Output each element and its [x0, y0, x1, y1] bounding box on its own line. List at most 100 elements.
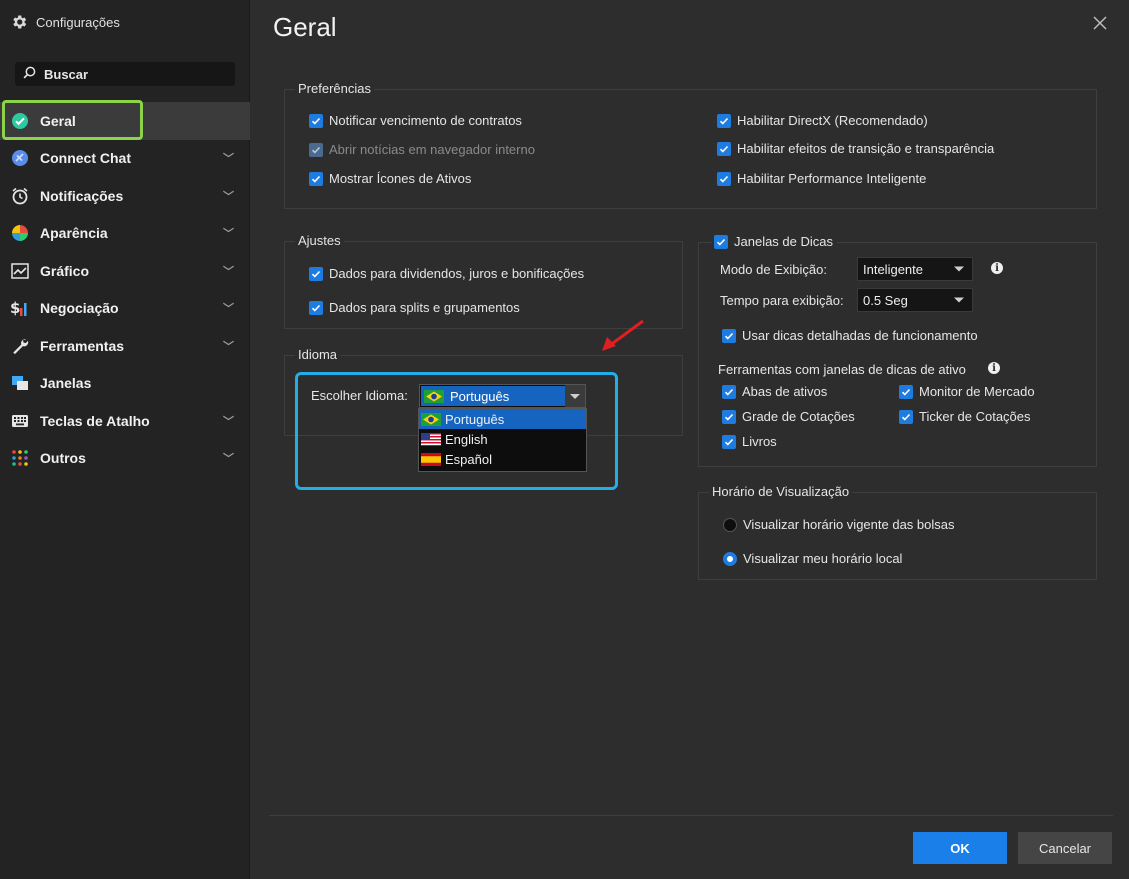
- chevron-down-icon[interactable]: ﹀: [223, 150, 234, 166]
- modo-exibicao-label: Modo de Exibição:: [720, 262, 827, 277]
- chevron-down-icon[interactable]: [565, 385, 585, 407]
- checkbox-habilitar-performance[interactable]: Habilitar Performance Inteligente: [717, 171, 926, 186]
- checkbox-checked-icon[interactable]: [309, 113, 323, 128]
- chevron-down-icon[interactable]: ﹀: [223, 225, 234, 241]
- usa-flag-icon: [421, 432, 441, 446]
- checkbox-abas-de-ativos[interactable]: Abas de ativos: [722, 384, 827, 399]
- ok-button[interactable]: OK: [913, 832, 1007, 864]
- checkbox-checked-icon[interactable]: [717, 141, 731, 156]
- checkbox-ticker-de-cotacoes[interactable]: Ticker de Cotações: [899, 409, 1031, 424]
- checkbox-habilitar-efeitos[interactable]: Habilitar efeitos de transição e transpa…: [717, 141, 994, 156]
- checkbox-checked-icon[interactable]: [722, 384, 736, 399]
- checkbox-checked-icon[interactable]: [309, 266, 323, 281]
- chevron-down-icon: [954, 297, 964, 303]
- checkbox-abrir-noticias: Abrir notícias em navegador interno: [309, 142, 535, 157]
- sidebar-item-label: Geral: [40, 112, 76, 129]
- modo-exibicao-select[interactable]: Inteligente: [857, 257, 973, 281]
- radio-horario-local[interactable]: Visualizar meu horário local: [723, 551, 902, 566]
- checkbox-checked-icon[interactable]: [309, 300, 323, 315]
- checkbox-checked-icon[interactable]: [717, 113, 731, 128]
- alarm-clock-icon: [10, 186, 30, 206]
- sidebar: Configurações Buscar Geral Connect Chat …: [0, 0, 250, 879]
- modo-exibicao-value: Inteligente: [863, 261, 923, 277]
- sidebar-item-grafico[interactable]: Gráfico ﹀: [0, 252, 250, 290]
- preferencias-legend: Preferências: [295, 81, 374, 96]
- sidebar-item-geral[interactable]: Geral: [0, 102, 250, 140]
- horario-legend: Horário de Visualização: [709, 484, 853, 499]
- checkbox-checked-icon[interactable]: [722, 434, 736, 449]
- checkbox-dados-splits[interactable]: Dados para splits e grupamentos: [309, 300, 520, 315]
- checkbox-monitor-de-mercado[interactable]: Monitor de Mercado: [899, 384, 1035, 399]
- checkbox-label: Notificar vencimento de contratos: [329, 113, 522, 128]
- sidebar-item-ferramentas[interactable]: Ferramentas ﹀: [0, 327, 250, 365]
- tempo-exibicao-value: 0.5 Seg: [863, 292, 908, 308]
- svg-text:$: $: [10, 299, 20, 317]
- sidebar-item-outros[interactable]: Outros ﹀: [0, 440, 250, 478]
- checkbox-grade-de-cotacoes[interactable]: Grade de Cotações: [722, 409, 855, 424]
- language-option-portugues[interactable]: Português: [419, 409, 586, 429]
- chevron-down-icon[interactable]: ﹀: [223, 450, 234, 466]
- checkbox-checked-icon[interactable]: [722, 409, 736, 424]
- sidebar-item-janelas[interactable]: Janelas: [0, 365, 250, 403]
- chart-icon: [10, 261, 30, 281]
- chevron-down-icon[interactable]: ﹀: [223, 188, 234, 204]
- cancel-button[interactable]: Cancelar: [1018, 832, 1112, 864]
- sidebar-item-connect-chat[interactable]: Connect Chat ﹀: [0, 140, 250, 178]
- chevron-down-icon[interactable]: ﹀: [223, 263, 234, 279]
- radio-horario-bolsas[interactable]: Visualizar horário vigente das bolsas: [723, 517, 955, 532]
- checkbox-label: Mostrar Ícones de Ativos: [329, 171, 472, 186]
- ferramentas-dicas-label: Ferramentas com janelas de dicas de ativ…: [718, 362, 966, 377]
- checkbox-label: Dados para dividendos, juros e bonificaç…: [329, 266, 585, 281]
- checkbox-janelas-de-dicas[interactable]: Janelas de Dicas: [712, 234, 837, 249]
- checkbox-label: Ticker de Cotações: [919, 409, 1031, 424]
- checkbox-habilitar-directx[interactable]: Habilitar DirectX (Recomendado): [717, 113, 928, 128]
- sidebar-item-label: Teclas de Atalho: [40, 412, 150, 429]
- close-icon[interactable]: [1091, 14, 1109, 32]
- checkbox-checked-icon[interactable]: [899, 384, 913, 399]
- language-selected[interactable]: Português: [421, 386, 565, 406]
- dicas-legend: Janelas de Dicas: [734, 234, 833, 249]
- radio-unselected-icon[interactable]: [723, 517, 737, 532]
- info-icon[interactable]: i: [988, 362, 1000, 374]
- chevron-down-icon[interactable]: ﹀: [223, 413, 234, 429]
- keyboard-icon: [10, 411, 30, 431]
- checkbox-livros[interactable]: Livros: [722, 434, 777, 449]
- sidebar-item-label: Notificações: [40, 187, 124, 204]
- checkbox-checked-icon[interactable]: [899, 409, 913, 424]
- spain-flag-icon: [421, 452, 441, 466]
- checkbox-checked-icon[interactable]: [309, 171, 323, 186]
- checkbox-dicas-detalhadas[interactable]: Usar dicas detalhadas de funcionamento: [722, 328, 978, 343]
- checkbox-label: Grade de Cotações: [742, 409, 855, 424]
- check-circle-icon: [10, 111, 30, 131]
- checkbox-checked-icon[interactable]: [717, 171, 731, 186]
- palette-icon: [10, 223, 30, 243]
- sidebar-item-teclas-de-atalho[interactable]: Teclas de Atalho ﹀: [0, 402, 250, 440]
- language-option-english[interactable]: English: [419, 429, 586, 449]
- checkbox-checked-icon[interactable]: [722, 328, 736, 343]
- language-option-label: Español: [445, 451, 492, 467]
- checkbox-label: Livros: [742, 434, 777, 449]
- checkbox-label: Monitor de Mercado: [919, 384, 1035, 399]
- radio-selected-icon[interactable]: [723, 551, 737, 566]
- sidebar-item-notificacoes[interactable]: Notificações ﹀: [0, 177, 250, 215]
- info-icon[interactable]: i: [991, 262, 1003, 274]
- language-selected-label: Português: [450, 388, 510, 404]
- checkbox-mostrar-icones[interactable]: Mostrar Ícones de Ativos: [309, 171, 471, 186]
- sidebar-item-aparencia[interactable]: Aparência ﹀: [0, 215, 250, 253]
- sidebar-item-label: Gráfico: [40, 262, 90, 279]
- tempo-exibicao-select[interactable]: 0.5 Seg: [857, 288, 973, 312]
- idioma-legend: Idioma: [295, 347, 341, 362]
- language-option-label: Português: [445, 411, 505, 427]
- chevron-down-icon[interactable]: ﹀: [223, 338, 234, 354]
- checkbox-checked-icon[interactable]: [714, 234, 728, 249]
- annotation-arrow-icon: [602, 319, 644, 351]
- language-option-espanol[interactable]: Español: [419, 449, 586, 469]
- checkbox-notificar-vencimento[interactable]: Notificar vencimento de contratos: [309, 113, 522, 128]
- sidebar-item-negociacao[interactable]: $ Negociação ﹀: [0, 290, 250, 328]
- search-input[interactable]: Buscar: [15, 62, 235, 86]
- sidebar-nav: Geral Connect Chat ﹀ Notificações ﹀ Apar…: [0, 102, 250, 477]
- checkbox-dados-dividendos[interactable]: Dados para dividendos, juros e bonificaç…: [309, 266, 584, 281]
- language-select[interactable]: Português: [419, 384, 586, 408]
- sidebar-item-label: Janelas: [40, 375, 92, 392]
- chevron-down-icon[interactable]: ﹀: [223, 300, 234, 316]
